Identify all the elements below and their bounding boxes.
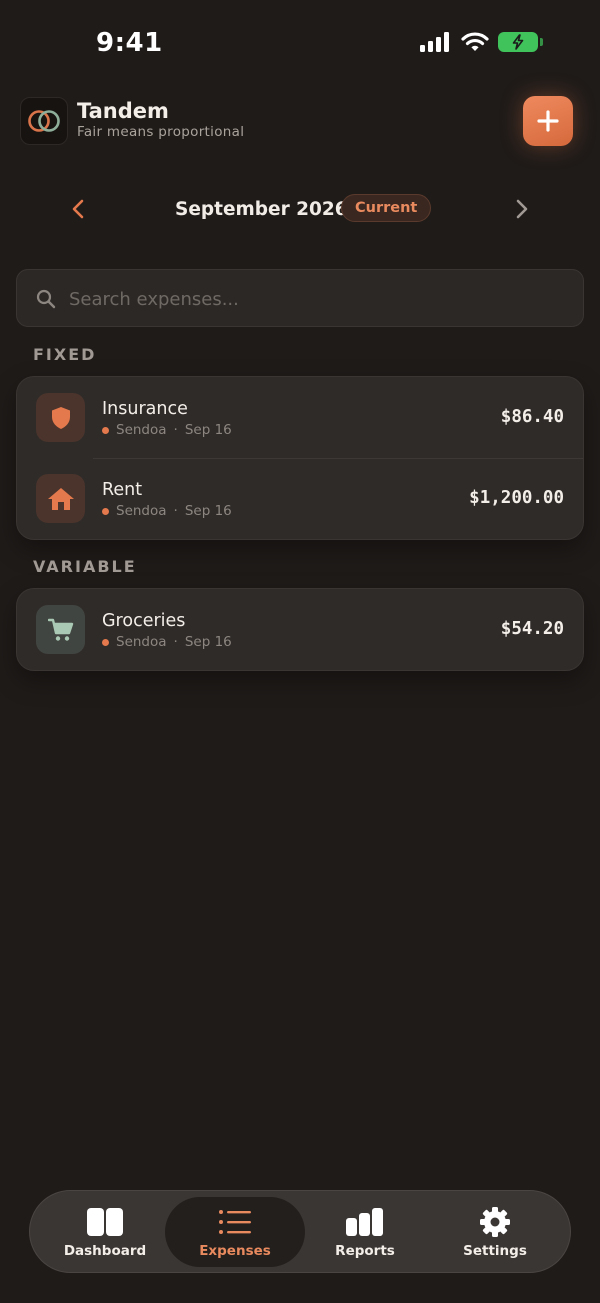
app-tagline: Fair means proportional: [77, 124, 245, 140]
tab-reports[interactable]: Reports: [295, 1197, 435, 1267]
tab-label: Dashboard: [63, 1242, 147, 1259]
expense-amount: $86.40: [500, 407, 564, 427]
signal-icon: [420, 32, 449, 52]
payer-dot: [102, 507, 109, 515]
status-bar: 9:41: [0, 0, 600, 88]
app-name: Tandem: [77, 99, 169, 123]
search-input[interactable]: [67, 270, 561, 328]
expense-meta: Sendoa · Sep 16: [102, 503, 232, 519]
expense-card-fixed: Insurance Sendoa · Sep 16 $86.40 Rent Se…: [16, 376, 584, 540]
payer-name: Sendoa: [116, 634, 167, 650]
shield-icon: [36, 393, 85, 442]
expense-row-insurance[interactable]: Insurance Sendoa · Sep 16 $86.40: [17, 377, 583, 458]
expense-row-rent[interactable]: Rent Sendoa · Sep 16 $1,200.00: [17, 458, 583, 539]
expense-row-groceries[interactable]: Groceries Sendoa · Sep 16 $54.20: [17, 589, 583, 670]
expense-title: Insurance: [102, 399, 188, 419]
section-label-variable: VARIABLE: [33, 557, 137, 576]
next-month-button[interactable]: [511, 198, 533, 220]
expense-title: Groceries: [102, 611, 186, 631]
tab-expenses[interactable]: Expenses: [165, 1197, 305, 1267]
status-time: 9:41: [96, 28, 163, 58]
list-icon: [219, 1209, 251, 1234]
tab-label: Reports: [335, 1242, 395, 1259]
expense-amount: $54.20: [500, 619, 564, 639]
expense-date: Sep 16: [184, 422, 232, 438]
tab-bar: Dashboard Expenses Reports Settings: [29, 1190, 571, 1273]
row-divider: [93, 458, 583, 459]
expense-meta: Sendoa · Sep 16: [102, 422, 232, 438]
app-logo: [20, 97, 68, 145]
app-header: Tandem Fair means proportional: [20, 96, 580, 147]
expense-title: Rent: [102, 480, 143, 500]
payer-name: Sendoa: [116, 422, 167, 438]
wifi-icon: [461, 32, 489, 51]
month-navigator: September 2026 Current: [0, 192, 600, 228]
tab-label: Expenses: [199, 1242, 271, 1259]
house-icon: [36, 474, 85, 523]
chevron-right-icon: [516, 199, 528, 219]
month-label: September 2026: [175, 199, 348, 220]
expense-meta: Sendoa · Sep 16: [102, 634, 232, 650]
current-month-badge: Current: [341, 194, 432, 222]
section-label-fixed: FIXED: [33, 345, 97, 364]
status-icons: [420, 32, 543, 52]
cart-icon: [36, 605, 85, 654]
bar-chart-icon: [346, 1207, 383, 1236]
gear-icon: [480, 1206, 510, 1237]
payer-dot: [102, 638, 109, 646]
expense-card-variable: Groceries Sendoa · Sep 16 $54.20: [16, 588, 584, 671]
expense-date: Sep 16: [184, 503, 232, 519]
chevron-left-icon: [72, 199, 84, 219]
plus-icon: [537, 110, 559, 132]
linked-rings-icon: [28, 110, 60, 132]
previous-month-button[interactable]: [67, 198, 89, 220]
tab-dashboard[interactable]: Dashboard: [35, 1197, 175, 1267]
expense-date: Sep 16: [184, 634, 232, 650]
search-bar: [16, 269, 584, 328]
expense-amount: $1,200.00: [469, 488, 564, 508]
tab-label: Settings: [463, 1242, 527, 1259]
tab-settings[interactable]: Settings: [425, 1197, 565, 1267]
search-icon: [36, 289, 56, 309]
payer-name: Sendoa: [116, 503, 167, 519]
payer-dot: [102, 426, 109, 434]
dashboard-icon: [87, 1207, 123, 1236]
battery-icon: [498, 32, 543, 52]
add-expense-button[interactable]: [523, 96, 573, 146]
